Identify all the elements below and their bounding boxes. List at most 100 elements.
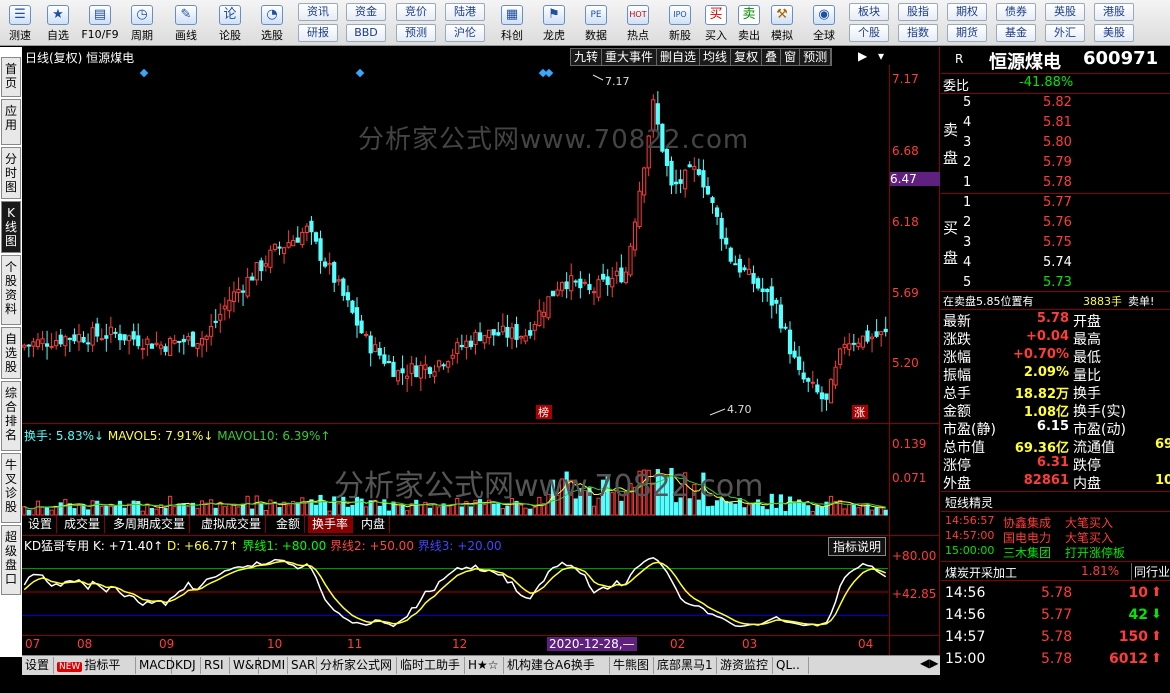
main-toolbar: ☰ 测速 ★ 自选 ▤ F10/F9 ◷ 周期 ✎ 画线 论论股 ◔ 选股 资讯 资金 竞价… (0, 0, 1170, 46)
volume-tab-4[interactable]: 金额 (272, 516, 306, 533)
kline-tool-6[interactable]: 窗 (781, 49, 801, 65)
bottom-tab-4[interactable]: RSI (201, 657, 230, 674)
star-market-button[interactable]: ▦ 科创 (492, 2, 532, 44)
single-stock-button[interactable]: 个股 (849, 24, 889, 42)
scroll-arrows[interactable]: ◀▶ (920, 656, 938, 670)
funds-button[interactable]: 基金 (996, 24, 1036, 42)
bottom-tab-0[interactable]: 设置 (22, 657, 54, 674)
bottom-tab-6[interactable]: DMI (259, 657, 288, 674)
buy-price[interactable]: 5.75 (1043, 235, 1072, 250)
forecast-button[interactable]: 预测 (396, 24, 436, 42)
stock-picker-button[interactable]: ◔ 选股 (252, 2, 292, 44)
data-button[interactable]: PE 数据 (576, 2, 616, 44)
sell-price[interactable]: 5.79 (1043, 155, 1072, 170)
sell-price[interactable]: 5.78 (1043, 175, 1072, 190)
kline-candle (473, 331, 478, 345)
tab-profile[interactable]: 个股资料 (1, 255, 21, 325)
bottom-tab-12[interactable]: 牛熊图 (610, 657, 654, 674)
bottom-tab-9[interactable]: 临时工助手 (397, 657, 465, 674)
index-button[interactable]: 指数 (898, 24, 938, 42)
us-stocks-button[interactable]: 美股 (1094, 24, 1134, 42)
buy-button[interactable]: 买买入 (700, 2, 732, 44)
bottom-tab-14[interactable]: 游资监控 (717, 657, 773, 674)
stock-forum-button[interactable]: 论论股 (210, 2, 250, 44)
tab-ranking[interactable]: 综合排名 (1, 381, 21, 451)
bottom-tab-10[interactable]: H★☆ (465, 657, 504, 674)
volume-tab-6[interactable]: 内盘 (357, 516, 391, 533)
bottom-tab-13[interactable]: 底部黑马1 (654, 657, 717, 674)
fund-button[interactable]: 资金 (346, 3, 386, 21)
research-button[interactable]: 研报 (298, 24, 338, 42)
volume-tab-0[interactable]: 设置 (24, 516, 58, 533)
hk-stocks-button[interactable]: 港股 (1094, 3, 1134, 21)
auction-button[interactable]: 竞价 (396, 3, 436, 21)
expand-icon[interactable]: ▶ (858, 49, 867, 63)
volume-tab-1[interactable]: 成交量 (60, 516, 106, 533)
bottom-tab-8[interactable]: 分析家公式网 (317, 657, 397, 674)
draw-line-button[interactable]: ✎ 画线 (166, 2, 206, 44)
tab-kline[interactable]: K线图 (1, 201, 21, 253)
kline-tool-7[interactable]: 预测 (800, 49, 832, 65)
sell-price[interactable]: 5.82 (1043, 95, 1072, 110)
buy-price[interactable]: 5.73 (1043, 275, 1072, 290)
bottom-tab-1[interactable]: NEW 指标平台 (54, 657, 136, 691)
forex-button[interactable]: 外汇 (1045, 24, 1085, 42)
futures-button[interactable]: 期货 (947, 24, 987, 42)
buy-price[interactable]: 5.77 (1043, 195, 1072, 210)
kline-tool-1[interactable]: 重大事件 (602, 49, 658, 65)
dropdown-icon[interactable]: ▾ (878, 49, 884, 63)
kd-indicator-chart[interactable] (22, 551, 888, 635)
elves-stock[interactable]: 三木集团 (1003, 544, 1051, 561)
sector-button[interactable]: 板块 (849, 3, 889, 21)
hot-topics-button[interactable]: HOT 热点 (618, 2, 658, 44)
volume-tab-5[interactable]: 换手率 (308, 516, 354, 533)
kline-tool-5[interactable]: 叠 (762, 49, 782, 65)
f10-button[interactable]: ▤ F10/F9 (78, 2, 122, 44)
tab-super-book[interactable]: 超级盘口 (1, 525, 21, 595)
tab-watchlist[interactable]: 自选股 (1, 327, 21, 379)
volume-tab-3[interactable]: 虚拟成交量 (197, 516, 267, 533)
kline-tool-2[interactable]: 删自选 (657, 49, 701, 65)
same-industry-button[interactable]: 同行业 (1131, 563, 1170, 580)
period-button[interactable]: ◷ 周期 (122, 2, 162, 44)
kline-tool-3[interactable]: 均线 (700, 49, 732, 65)
kline-candle (705, 186, 711, 195)
sell-price[interactable]: 5.80 (1043, 135, 1072, 150)
tab-diagnosis[interactable]: 牛叉诊股 (1, 453, 21, 523)
kline-tool-4[interactable]: 复权 (731, 49, 763, 65)
volume-tab-2[interactable]: 多周期成交量 (109, 516, 191, 533)
sector-name[interactable]: 煤炭开采加工 (945, 564, 1017, 581)
bottom-tab-3[interactable]: KDJ (172, 657, 201, 674)
bottom-tab-11[interactable]: 机构建仓A6换手率 (504, 657, 610, 689)
bottom-tab-15[interactable]: QL.. (773, 657, 809, 674)
elves-time: 14:56:57 (945, 514, 995, 527)
dragon-tiger-button[interactable]: ⚑ 龙虎 (534, 2, 574, 44)
bbd-button[interactable]: BBD (346, 24, 386, 42)
tab-apps[interactable]: 应用 (1, 99, 21, 145)
watchlist-button[interactable]: ★ 自选 (38, 2, 78, 44)
buy-price[interactable]: 5.76 (1043, 215, 1072, 230)
sell-button[interactable]: 卖卖出 (732, 2, 766, 44)
bottom-tab-5[interactable]: W&R (230, 657, 263, 674)
kline-candle (154, 342, 159, 346)
options-button[interactable]: 期权 (947, 3, 987, 21)
index-futures-button[interactable]: 股指 (898, 3, 938, 21)
bottom-tab-2[interactable]: MACD (136, 657, 175, 674)
simulate-button[interactable]: ⚒ 模拟 (764, 2, 800, 44)
hammer-icon: ⚒ (771, 5, 793, 25)
tab-intraday[interactable]: 分时图 (1, 147, 21, 199)
shanghai-london-button[interactable]: 沪伦 (445, 24, 485, 42)
tab-home[interactable]: 首页 (1, 57, 21, 97)
hk-connect-button[interactable]: 陆港 (445, 3, 485, 21)
sell-price[interactable]: 5.81 (1043, 115, 1072, 130)
bottom-tab-7[interactable]: SAR (288, 657, 317, 674)
news-button[interactable]: 资讯 (298, 3, 338, 21)
bonds-button[interactable]: 债券 (996, 3, 1036, 21)
uk-stocks-button[interactable]: 英股 (1045, 3, 1085, 21)
new-stock-button[interactable]: IPO 新股 (660, 2, 700, 44)
global-button[interactable]: ◉ 全球 (802, 2, 846, 44)
speed-test-button[interactable]: ☰ 测速 (0, 2, 40, 44)
buy-price[interactable]: 5.74 (1043, 255, 1072, 270)
kline-tool-0[interactable]: 九转 (571, 49, 603, 65)
kline-candle (596, 279, 601, 298)
